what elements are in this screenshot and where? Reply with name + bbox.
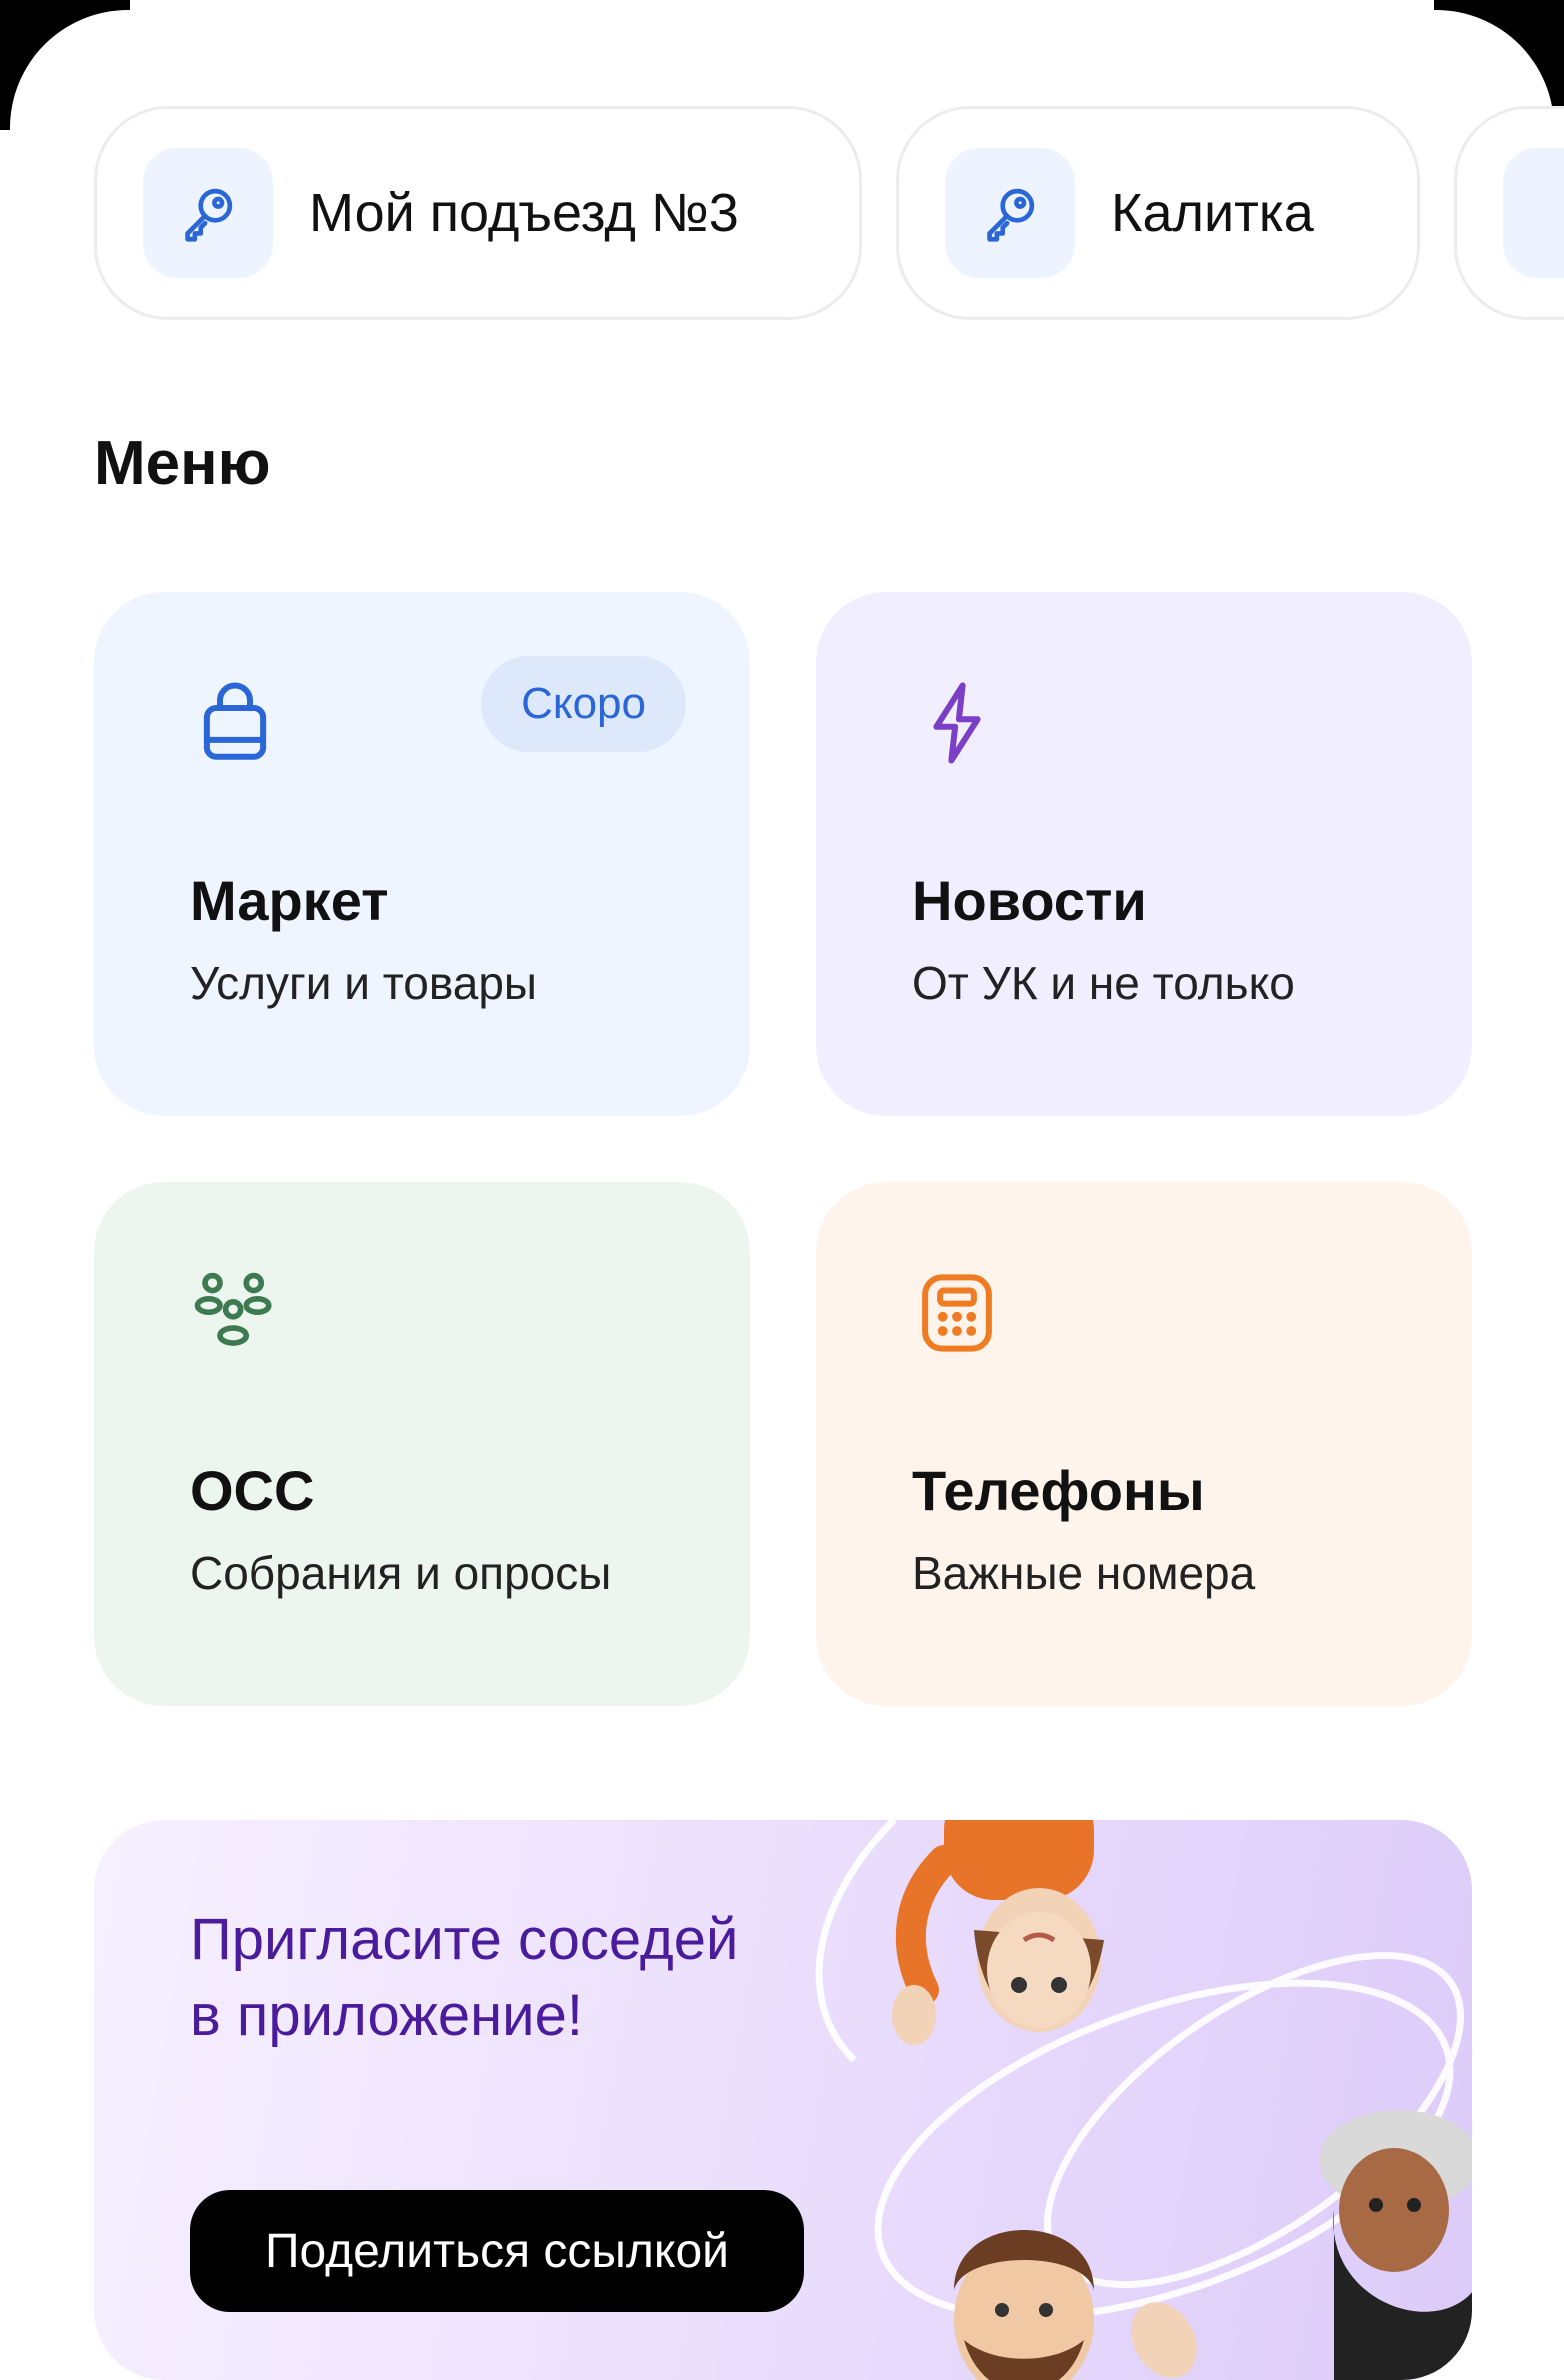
banner-illustration	[815, 1820, 1472, 2380]
card-news[interactable]: Новости От УК и не только	[816, 592, 1472, 1116]
coming-soon-badge: Скоро	[481, 656, 686, 752]
avatar-woman	[1319, 2110, 1472, 2380]
lightning-icon	[912, 678, 1002, 768]
card-title: ОСС	[190, 1459, 315, 1522]
invite-text: Пригласите соседей в приложение!	[190, 1907, 739, 2048]
card-subtitle: Собрания и опросы	[190, 1547, 612, 1599]
card-subtitle: Важные номера	[912, 1547, 1256, 1599]
card-market[interactable]: Скоро Маркет Услуги и товары	[94, 592, 750, 1116]
avatar-man	[954, 2230, 1094, 2380]
people-group-icon	[190, 1268, 280, 1358]
phone-keypad-icon	[912, 1268, 1002, 1358]
keys-carousel[interactable]: Мой подъезд №3 Калитка	[94, 106, 1564, 328]
shopping-bag-icon	[190, 678, 280, 768]
key-icon	[143, 148, 273, 278]
avatar-upside-down	[892, 1820, 1104, 2045]
card-title: Телефоны	[912, 1459, 1205, 1522]
share-link-button[interactable]: Поделиться ссылкой	[190, 2190, 804, 2312]
key-icon	[1503, 148, 1564, 278]
card-oss[interactable]: ОСС Собрания и опросы	[94, 1182, 750, 1706]
key-label: Мой подъезд №3	[309, 183, 739, 243]
key-chip-entrance[interactable]: Мой подъезд №3	[94, 106, 862, 320]
key-label: Калитка	[1111, 183, 1314, 243]
key-chip-gate[interactable]: Калитка	[896, 106, 1420, 320]
key-icon	[945, 148, 1075, 278]
card-subtitle: Услуги и товары	[190, 957, 537, 1009]
card-phones[interactable]: Телефоны Важные номера	[816, 1182, 1472, 1706]
card-title: Новости	[912, 869, 1147, 932]
key-chip-partial[interactable]	[1454, 106, 1564, 320]
card-subtitle: От УК и не только	[912, 957, 1295, 1009]
card-title: Маркет	[190, 869, 389, 932]
invite-banner[interactable]: Пригласите соседей в приложение! Поделит…	[94, 1820, 1472, 2380]
menu-title: Меню	[94, 429, 271, 498]
